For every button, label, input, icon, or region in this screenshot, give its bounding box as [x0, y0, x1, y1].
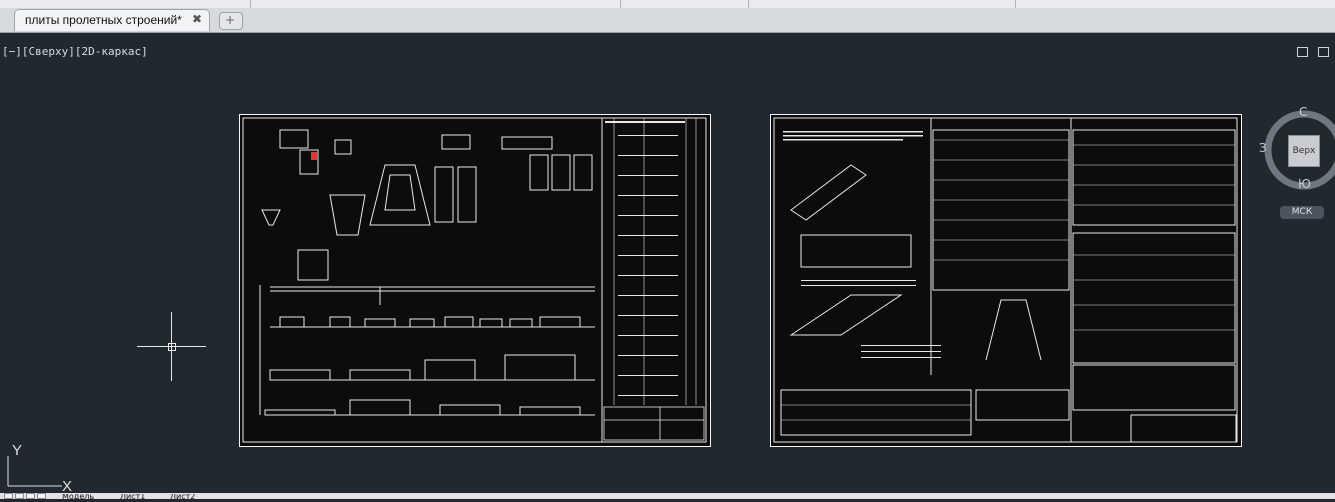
first-layout-icon[interactable]	[4, 493, 13, 499]
compass-west[interactable]: З	[1259, 141, 1267, 155]
viewport-controls-label[interactable]: [−][Сверху][2D-каркас]	[2, 45, 148, 58]
ucs-icon: Y X	[0, 438, 80, 498]
document-tab-bar: плиты пролетных строений* ✖ +	[0, 8, 1335, 33]
tab-layout1[interactable]: Лист1	[120, 494, 145, 499]
prev-layout-icon[interactable]	[15, 493, 24, 499]
maximize-viewport-icon[interactable]	[1318, 47, 1329, 57]
close-icon[interactable]: ✖	[192, 12, 202, 26]
drawing-sheet-left	[239, 114, 711, 447]
viewcube[interactable]: Верх С Ю З МСК	[1258, 105, 1335, 225]
restore-viewport-icon[interactable]	[1297, 47, 1308, 57]
document-tab-title: плиты пролетных строений*	[25, 13, 182, 27]
tab-model[interactable]: Модель	[62, 494, 94, 499]
layout-tab-bar	[0, 493, 1335, 499]
tab-layout2[interactable]: Лист2	[170, 494, 195, 499]
compass-north[interactable]: С	[1299, 105, 1307, 119]
new-tab-button[interactable]: +	[219, 12, 243, 30]
document-tab[interactable]: плиты пролетных строений* ✖	[14, 9, 210, 31]
ucs-menu-button[interactable]: МСК	[1280, 206, 1324, 219]
compass-south[interactable]: Ю	[1298, 177, 1311, 191]
last-layout-icon[interactable]	[37, 493, 46, 499]
viewcube-top-face[interactable]: Верх	[1288, 135, 1320, 167]
cursor-pickbox	[168, 343, 176, 351]
plus-icon: +	[225, 13, 236, 27]
drawing-sheet-right	[770, 114, 1242, 447]
drawing-viewport[interactable]: [−][Сверху][2D-каркас] Y X Верх С Ю З МС…	[0, 33, 1335, 495]
next-layout-icon[interactable]	[26, 493, 35, 499]
technological-scheme-drawing	[242, 117, 707, 443]
ucs-y-label: Y	[12, 442, 22, 459]
process-chart-drawing	[773, 117, 1238, 443]
